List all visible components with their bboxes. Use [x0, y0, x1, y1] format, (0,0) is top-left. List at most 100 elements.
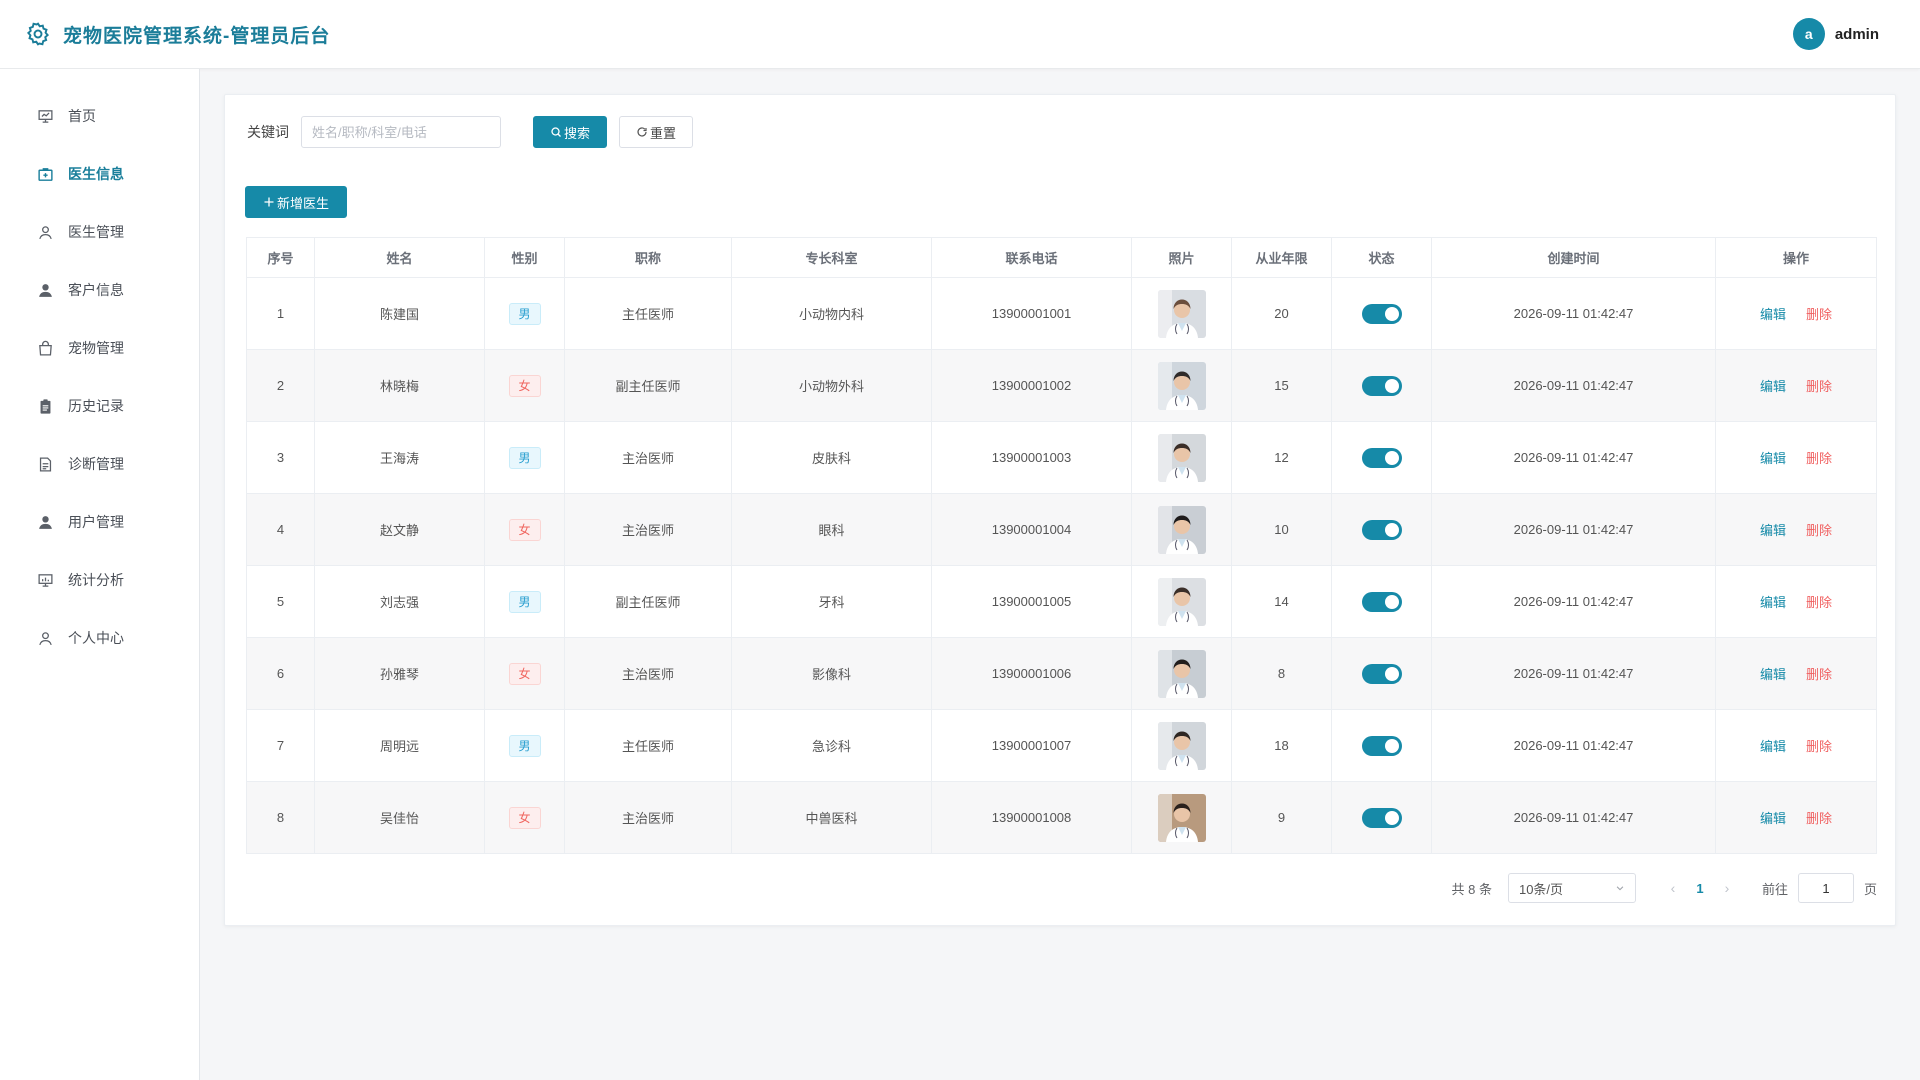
- cell-name: 吴佳怡: [314, 781, 485, 854]
- cell-dept: 影像科: [731, 637, 932, 710]
- delete-button[interactable]: 删除: [1806, 811, 1832, 826]
- status-toggle[interactable]: [1361, 735, 1402, 756]
- edit-button[interactable]: 编辑: [1760, 667, 1786, 682]
- cell-created: 2026-09-11 01:42:47: [1431, 421, 1716, 494]
- doctor-photo[interactable]: [1157, 793, 1206, 842]
- page-number-current[interactable]: 1: [1684, 881, 1716, 896]
- cell-status: [1331, 277, 1432, 350]
- delete-button[interactable]: 删除: [1806, 451, 1832, 466]
- cell-no: 7: [246, 709, 315, 782]
- sidebar-item-statistics[interactable]: 统计分析: [0, 551, 199, 609]
- gender-tag: 男: [508, 446, 541, 469]
- status-toggle[interactable]: [1361, 447, 1402, 468]
- sidebar-item-label: 历史记录: [68, 398, 124, 414]
- cell-gender: 男: [484, 277, 565, 350]
- sidebar-item-profile[interactable]: 个人中心: [0, 609, 199, 667]
- gender-tag: 女: [508, 518, 541, 541]
- user-filled-icon: [36, 513, 54, 531]
- prev-page-icon[interactable]: ‹: [1662, 880, 1684, 896]
- sidebar-item-history[interactable]: 历史记录: [0, 377, 199, 435]
- add-doctor-button[interactable]: 新增医生: [245, 186, 347, 218]
- cell-phone: 13900001001: [931, 277, 1132, 350]
- delete-button[interactable]: 删除: [1806, 523, 1832, 538]
- sidebar-item-label: 宠物管理: [68, 340, 124, 356]
- cell-gender: 女: [484, 493, 565, 566]
- cell-name: 陈建国: [314, 277, 485, 350]
- total-count: 共 8 条: [1451, 881, 1492, 897]
- cell-status: [1331, 637, 1432, 710]
- doctor-photo[interactable]: [1157, 505, 1206, 554]
- delete-button[interactable]: 删除: [1806, 379, 1832, 394]
- cell-photo: [1131, 565, 1232, 638]
- sidebar-item-diagnosis[interactable]: 诊断管理: [0, 435, 199, 493]
- edit-button[interactable]: 编辑: [1760, 379, 1786, 394]
- username[interactable]: admin: [1835, 26, 1879, 43]
- doctor-photo[interactable]: [1157, 361, 1206, 410]
- cell-created: 2026-09-11 01:42:47: [1431, 349, 1716, 422]
- gender-tag: 男: [508, 590, 541, 613]
- col-header-years: 从业年限: [1231, 237, 1332, 278]
- cell-gender: 男: [484, 709, 565, 782]
- col-header-dept: 专长科室: [731, 237, 932, 278]
- edit-button[interactable]: 编辑: [1760, 523, 1786, 538]
- cell-dept: 小动物内科: [731, 277, 932, 350]
- status-toggle[interactable]: [1361, 663, 1402, 684]
- page-size-select[interactable]: 10条/页: [1507, 873, 1636, 903]
- sidebar-item-user-manage[interactable]: 用户管理: [0, 493, 199, 551]
- edit-button[interactable]: 编辑: [1760, 739, 1786, 754]
- cell-photo: [1131, 349, 1232, 422]
- sidebar-item-doctor-info[interactable]: 医生信息: [0, 145, 199, 203]
- status-toggle[interactable]: [1361, 519, 1402, 540]
- next-page-icon[interactable]: ›: [1716, 880, 1738, 896]
- search-button-label: 搜索: [563, 125, 590, 141]
- keyword-label: 关键词: [247, 124, 289, 140]
- avatar[interactable]: a: [1792, 18, 1825, 50]
- status-toggle[interactable]: [1361, 303, 1402, 324]
- status-toggle[interactable]: [1361, 807, 1402, 828]
- page-unit-label: 页: [1863, 881, 1877, 897]
- delete-button[interactable]: 删除: [1806, 667, 1832, 682]
- user-menu[interactable]: a admin: [1792, 18, 1879, 50]
- plus-icon: [263, 196, 275, 208]
- cell-gender: 男: [484, 565, 565, 638]
- cell-years: 9: [1231, 781, 1332, 854]
- status-toggle[interactable]: [1361, 591, 1402, 612]
- goto-page-input[interactable]: [1797, 873, 1854, 903]
- edit-button[interactable]: 编辑: [1760, 595, 1786, 610]
- doctor-photo[interactable]: [1157, 433, 1206, 482]
- cell-created: 2026-09-11 01:42:47: [1431, 781, 1716, 854]
- keyword-input[interactable]: [301, 116, 501, 148]
- cell-dept: 中兽医科: [731, 781, 932, 854]
- cell-photo: [1131, 637, 1232, 710]
- doctor-photo[interactable]: [1157, 649, 1206, 698]
- delete-button[interactable]: 删除: [1806, 739, 1832, 754]
- cell-phone: 13900001005: [931, 565, 1132, 638]
- cell-title: 主治医师: [564, 781, 732, 854]
- cell-no: 3: [246, 421, 315, 494]
- edit-button[interactable]: 编辑: [1760, 451, 1786, 466]
- cell-title: 副主任医师: [564, 565, 732, 638]
- cell-title: 副主任医师: [564, 349, 732, 422]
- sidebar-item-pet-manage[interactable]: 宠物管理: [0, 319, 199, 377]
- sidebar-item-doctor-manage[interactable]: 医生管理: [0, 203, 199, 261]
- edit-button[interactable]: 编辑: [1760, 307, 1786, 322]
- sidebar-item-customer-info[interactable]: 客户信息: [0, 261, 199, 319]
- delete-button[interactable]: 删除: [1806, 595, 1832, 610]
- search-bar: 关键词 搜索 重置: [247, 116, 693, 148]
- edit-button[interactable]: 编辑: [1760, 811, 1786, 826]
- doctor-photo[interactable]: [1157, 577, 1206, 626]
- top-header: 宠物医院管理系统-管理员后台 a admin: [0, 0, 1920, 69]
- doctor-photo[interactable]: [1157, 289, 1206, 338]
- cell-photo: [1131, 421, 1232, 494]
- reset-button[interactable]: 重置: [619, 116, 693, 148]
- sidebar-item-label: 用户管理: [68, 514, 124, 530]
- delete-button[interactable]: 删除: [1806, 307, 1832, 322]
- cell-dept: 皮肤科: [731, 421, 932, 494]
- col-header-status: 状态: [1331, 237, 1432, 278]
- doctor-photo[interactable]: [1157, 721, 1206, 770]
- sidebar-item-home[interactable]: 首页: [0, 87, 199, 145]
- sidebar: 首页 医生信息 医生管理 客户信息 宠物管理 历史记录 诊断管理 用户管理 统计…: [0, 69, 200, 1080]
- cell-dept: 牙科: [731, 565, 932, 638]
- search-button[interactable]: 搜索: [533, 116, 607, 148]
- status-toggle[interactable]: [1361, 375, 1402, 396]
